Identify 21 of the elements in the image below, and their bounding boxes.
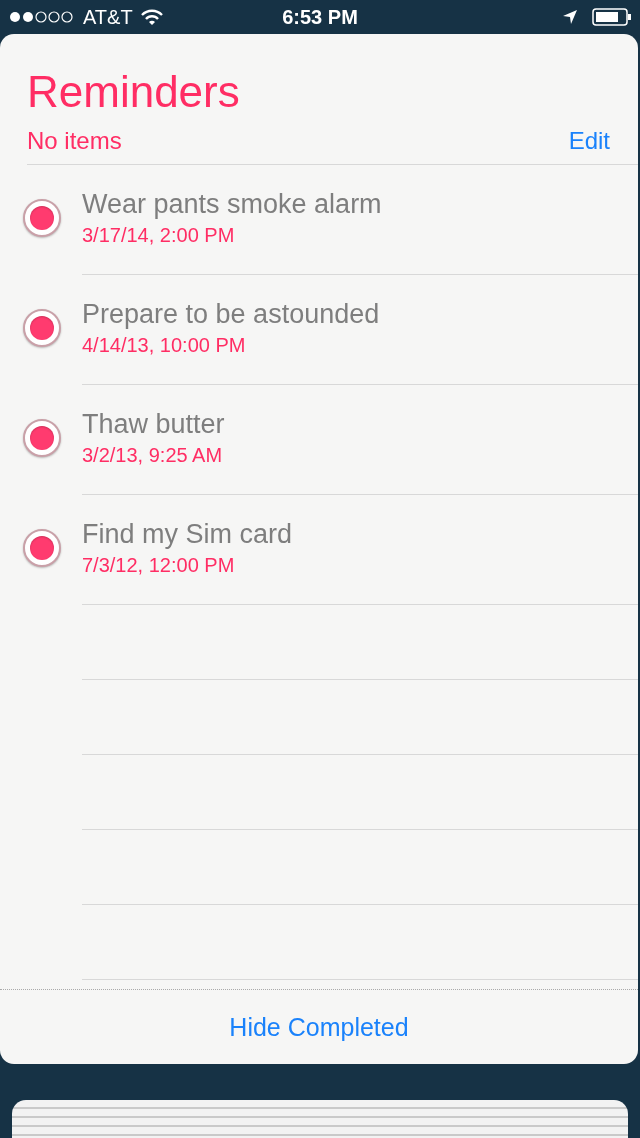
completion-checkbox[interactable] — [23, 309, 61, 347]
reminder-title[interactable]: Thaw butter — [82, 407, 638, 441]
due-date: 3/2/13, 9:25 AM — [82, 443, 224, 468]
list-title: Reminders — [27, 66, 241, 118]
reminder-title[interactable]: Wear pants smoke alarm — [82, 187, 638, 221]
due-date: 7/3/12, 12:00 PM — [82, 553, 236, 578]
reminder-title[interactable]: Prepare to be astounded — [82, 297, 638, 331]
due-date: 3/17/14, 2:00 PM — [82, 223, 236, 248]
completion-checkbox[interactable] — [23, 199, 61, 237]
completion-checkbox[interactable] — [23, 529, 61, 567]
reminder-title[interactable]: Find my Sim card — [82, 517, 638, 551]
due-date: 4/14/13, 10:00 PM — [82, 333, 247, 358]
wifi-icon — [140, 9, 163, 25]
edit-button[interactable]: Edit — [568, 127, 610, 155]
status-time: 6:53 PM — [281, 5, 359, 29]
carrier-name: AT&T — [83, 5, 133, 29]
location-arrow-icon — [562, 9, 578, 25]
item-count: No items — [27, 127, 122, 155]
battery-icon — [592, 8, 632, 26]
completion-checkbox[interactable] — [23, 419, 61, 457]
hide-completed-button[interactable]: Hide Completed — [229, 1012, 409, 1042]
